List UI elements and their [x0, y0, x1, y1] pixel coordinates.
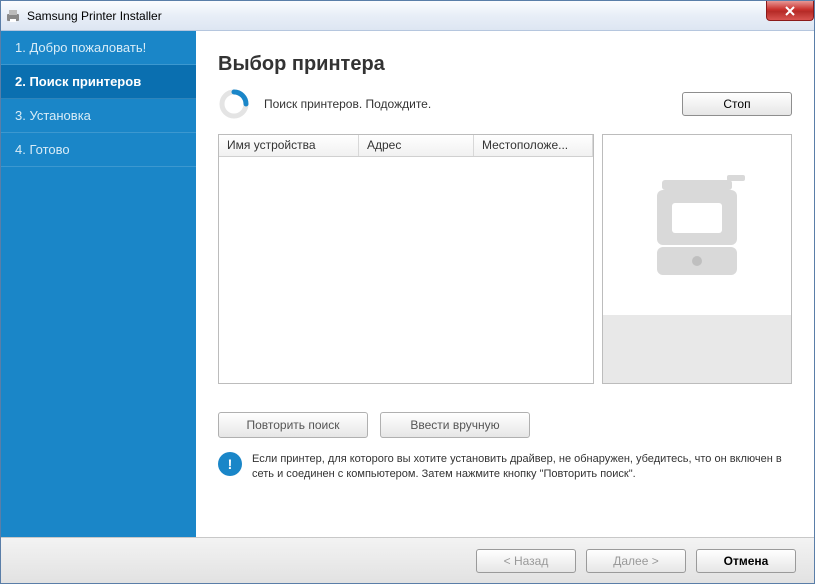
col-device[interactable]: Имя устройства: [219, 135, 359, 156]
titlebar: Samsung Printer Installer: [1, 1, 814, 31]
body: 1. Добро пожаловать! 2. Поиск принтеров …: [1, 31, 814, 537]
col-address[interactable]: Адрес: [359, 135, 474, 156]
sidebar-step-welcome: 1. Добро пожаловать!: [1, 31, 196, 65]
col-location[interactable]: Местоположе...: [474, 135, 593, 156]
back-button[interactable]: < Назад: [476, 549, 576, 573]
close-icon: [784, 6, 796, 16]
footer: < Назад Далее > Отмена: [1, 537, 814, 583]
rescan-button[interactable]: Повторить поиск: [218, 412, 368, 438]
info-row: ! Если принтер, для которого вы хотите у…: [218, 452, 792, 493]
action-row: Повторить поиск Ввести вручную: [218, 412, 792, 438]
status-text: Поиск принтеров. Подождите.: [264, 97, 682, 111]
content-row: Имя устройства Адрес Местоположе...: [218, 134, 792, 384]
spinner-icon: [218, 88, 250, 120]
cancel-button[interactable]: Отмена: [696, 549, 796, 573]
status-row: Поиск принтеров. Подождите. Стоп: [218, 88, 792, 120]
app-icon: [5, 8, 21, 24]
info-text: Если принтер, для которого вы хотите уст…: [252, 452, 792, 483]
close-button[interactable]: [766, 1, 814, 21]
sidebar: 1. Добро пожаловать! 2. Поиск принтеров …: [1, 31, 196, 537]
manual-button[interactable]: Ввести вручную: [380, 412, 530, 438]
page-title: Выбор принтера: [218, 53, 792, 76]
sidebar-step-install: 3. Установка: [1, 99, 196, 133]
next-button[interactable]: Далее >: [586, 549, 686, 573]
stop-button[interactable]: Стоп: [682, 92, 792, 116]
table-body: [219, 157, 593, 383]
preview-panel: [602, 134, 792, 384]
printer-preview-icon: [603, 135, 791, 315]
preview-footer: [603, 315, 791, 383]
printer-table: Имя устройства Адрес Местоположе...: [218, 134, 594, 384]
table-header: Имя устройства Адрес Местоположе...: [219, 135, 593, 157]
window-title: Samsung Printer Installer: [27, 9, 162, 23]
sidebar-step-done: 4. Готово: [1, 133, 196, 167]
sidebar-step-search: 2. Поиск принтеров: [1, 65, 196, 99]
installer-window: Samsung Printer Installer 1. Добро пожал…: [0, 0, 815, 584]
main-panel: Выбор принтера Поиск принтеров. Подождит…: [196, 31, 814, 537]
info-icon: !: [218, 452, 242, 476]
